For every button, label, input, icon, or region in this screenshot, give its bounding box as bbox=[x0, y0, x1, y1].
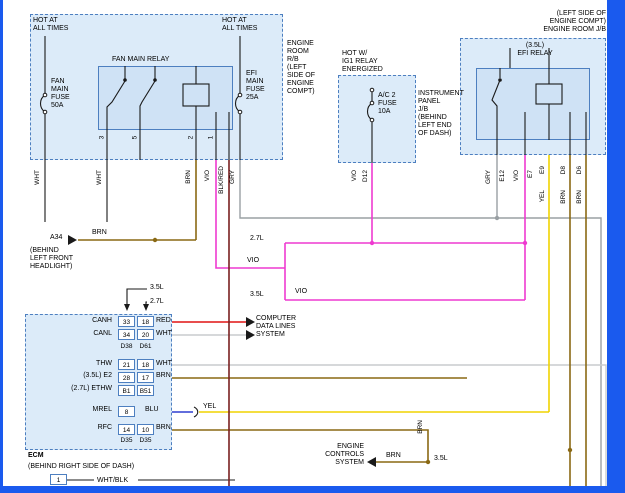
ecm-pin-thw: THW bbox=[24, 360, 112, 368]
ecm-cell: 33 bbox=[118, 316, 135, 327]
ecm-cell: B51 bbox=[137, 385, 154, 396]
ground-code-a34: A34 bbox=[50, 234, 62, 242]
ecm-bottom-wire-color: WHT/BLK bbox=[97, 477, 128, 485]
ecm-variant-27: 2.7L bbox=[150, 298, 164, 306]
wire-color-wht: WHT bbox=[156, 330, 172, 338]
wire-label-wht-2: WHT bbox=[96, 170, 103, 185]
pin-label-e7: E7 bbox=[527, 170, 534, 178]
junction-dot-gry bbox=[495, 216, 499, 220]
wire-label-vio-d12: VIO bbox=[351, 170, 358, 181]
wire-label-brn-d8: BRN bbox=[560, 190, 567, 204]
engine-controls-wire-color: BRN bbox=[386, 452, 401, 460]
engine-controls-variant: 3.5L bbox=[434, 455, 448, 463]
ecm-name: ECM bbox=[28, 452, 44, 460]
ecm-cell: 18 bbox=[137, 359, 154, 370]
ecm-cell: 21 bbox=[118, 359, 135, 370]
wire-label-brn-d6: BRN bbox=[576, 190, 583, 204]
window-frame-left bbox=[0, 0, 3, 493]
ecm-cell: 18 bbox=[137, 316, 154, 327]
relay-pin-2: 2 bbox=[187, 136, 194, 140]
ecm-pin-canh: CANH bbox=[24, 317, 112, 325]
ecm-pin-ethw: (2.7L) ETHW bbox=[24, 385, 112, 393]
wire-label-wht-1: WHT bbox=[34, 170, 41, 185]
hot-at-all-times-1: HOT AT ALL TIMES bbox=[33, 17, 68, 33]
ecm-connector-code: D38 bbox=[117, 343, 136, 350]
ecm-pin-canl: CANL bbox=[24, 330, 112, 338]
wire-vio bbox=[216, 155, 525, 300]
ecm-cell: 8 bbox=[118, 406, 135, 417]
pin-label-d6: D6 bbox=[576, 166, 583, 174]
efi-relay-label: (3.5L) EFI RELAY bbox=[503, 42, 567, 58]
efi-main-fuse-label: EFI MAIN FUSE 25A bbox=[246, 70, 265, 102]
pin-label-d8: D8 bbox=[560, 166, 567, 174]
ecm-pin-mrel: MREL bbox=[24, 406, 112, 414]
ecm-caption: (BEHIND RIGHT SIDE OF DASH) bbox=[28, 463, 134, 471]
ecm-connector-code: D61 bbox=[136, 343, 155, 350]
fan-main-fuse-label: FAN MAIN FUSE 50A bbox=[51, 78, 70, 110]
ecm-cell: 10 bbox=[137, 424, 154, 435]
wire-wht bbox=[172, 335, 606, 486]
ecm-cell: 28 bbox=[118, 372, 135, 383]
relay-pin-3: 3 bbox=[98, 136, 105, 140]
wire-color-wht: WHT bbox=[156, 360, 172, 368]
wire-color-brn: BRN bbox=[156, 424, 171, 432]
engine-variant-27-label: 2.7L bbox=[250, 235, 264, 243]
ecm-connector-code: D35 bbox=[117, 437, 136, 444]
pin-label-d12: D12 bbox=[362, 170, 369, 182]
wire-color-red: RED bbox=[156, 317, 171, 325]
wire-label-brn-vertical: BRN bbox=[417, 420, 424, 434]
wire-color-yel: YEL bbox=[203, 403, 216, 411]
wire-label-brn-1: BRN bbox=[185, 170, 192, 184]
pin-label-e9: E9 bbox=[539, 166, 546, 174]
ecm-pin-rfc: RFC bbox=[24, 424, 112, 432]
ecm-cell: 17 bbox=[137, 372, 154, 383]
ecm-variant-35: 3.5L bbox=[150, 284, 164, 292]
ecm-cell: 14 bbox=[118, 424, 135, 435]
relay-pin-5: 5 bbox=[131, 136, 138, 140]
engine-room-rb-caption: ENGINE ROOM R/B (LEFT SIDE OF ENGINE COM… bbox=[287, 40, 315, 96]
engine-room-jb-caption: (LEFT SIDE OF ENGINE COMPT) ENGINE ROOM … bbox=[498, 10, 606, 34]
wire-label-vio-2: VIO bbox=[513, 170, 520, 181]
window-frame-bottom bbox=[0, 486, 625, 493]
ecm-cell: B1 bbox=[118, 385, 135, 396]
hot-at-all-times-2: HOT AT ALL TIMES bbox=[222, 17, 257, 33]
relay-pin-1: 1 bbox=[207, 136, 214, 140]
ecm-bottom-pin-1: 1 bbox=[50, 474, 67, 485]
wire-label-vio-1: VIO bbox=[204, 170, 211, 181]
engine-controls-ref: ENGINE CONTROLS SYSTEM bbox=[308, 443, 364, 467]
vio-label-b: VIO bbox=[295, 288, 307, 296]
ground-caption: (BEHIND LEFT FRONT HEADLIGHT) bbox=[30, 247, 73, 271]
arrowheads bbox=[68, 235, 376, 467]
pin-label-e12: E12 bbox=[499, 170, 506, 182]
ecm-cell: 34 bbox=[118, 329, 135, 340]
wire-label-blkred: BLK/RED bbox=[218, 166, 225, 194]
computer-data-lines-ref: COMPUTER DATA LINES SYSTEM bbox=[256, 315, 296, 339]
ac2-fuse-label: A/C 2 FUSE 10A bbox=[378, 92, 397, 116]
ecm-cell: 20 bbox=[137, 329, 154, 340]
hot-ig1-label: HOT W/ IG1 RELAY ENERGIZED bbox=[342, 50, 383, 74]
instrument-panel-caption: INSTRUMENT PANEL J/B (BEHIND LEFT END OF… bbox=[418, 90, 464, 138]
ground-wire-color: BRN bbox=[92, 229, 107, 237]
window-frame-right bbox=[607, 0, 625, 493]
wire-label-yel: YEL bbox=[539, 190, 546, 202]
ecm-connector-code: D35 bbox=[136, 437, 155, 444]
wire-color-blu: BLU bbox=[145, 406, 159, 414]
wire-label-gry-2: GRY bbox=[485, 170, 492, 184]
wire-label-gry-1: GRY bbox=[229, 170, 236, 184]
fan-main-relay-label: FAN MAIN RELAY bbox=[112, 56, 169, 64]
wiring-diagram-page: HOT AT ALL TIMES HOT AT ALL TIMES FAN MA… bbox=[0, 0, 625, 493]
wire-color-brn: BRN bbox=[156, 372, 171, 380]
engine-variant-35-label: 3.5L bbox=[250, 291, 264, 299]
vio-label-a: VIO bbox=[247, 257, 259, 265]
ecm-pin-e2: (3.5L) E2 bbox=[24, 372, 112, 380]
